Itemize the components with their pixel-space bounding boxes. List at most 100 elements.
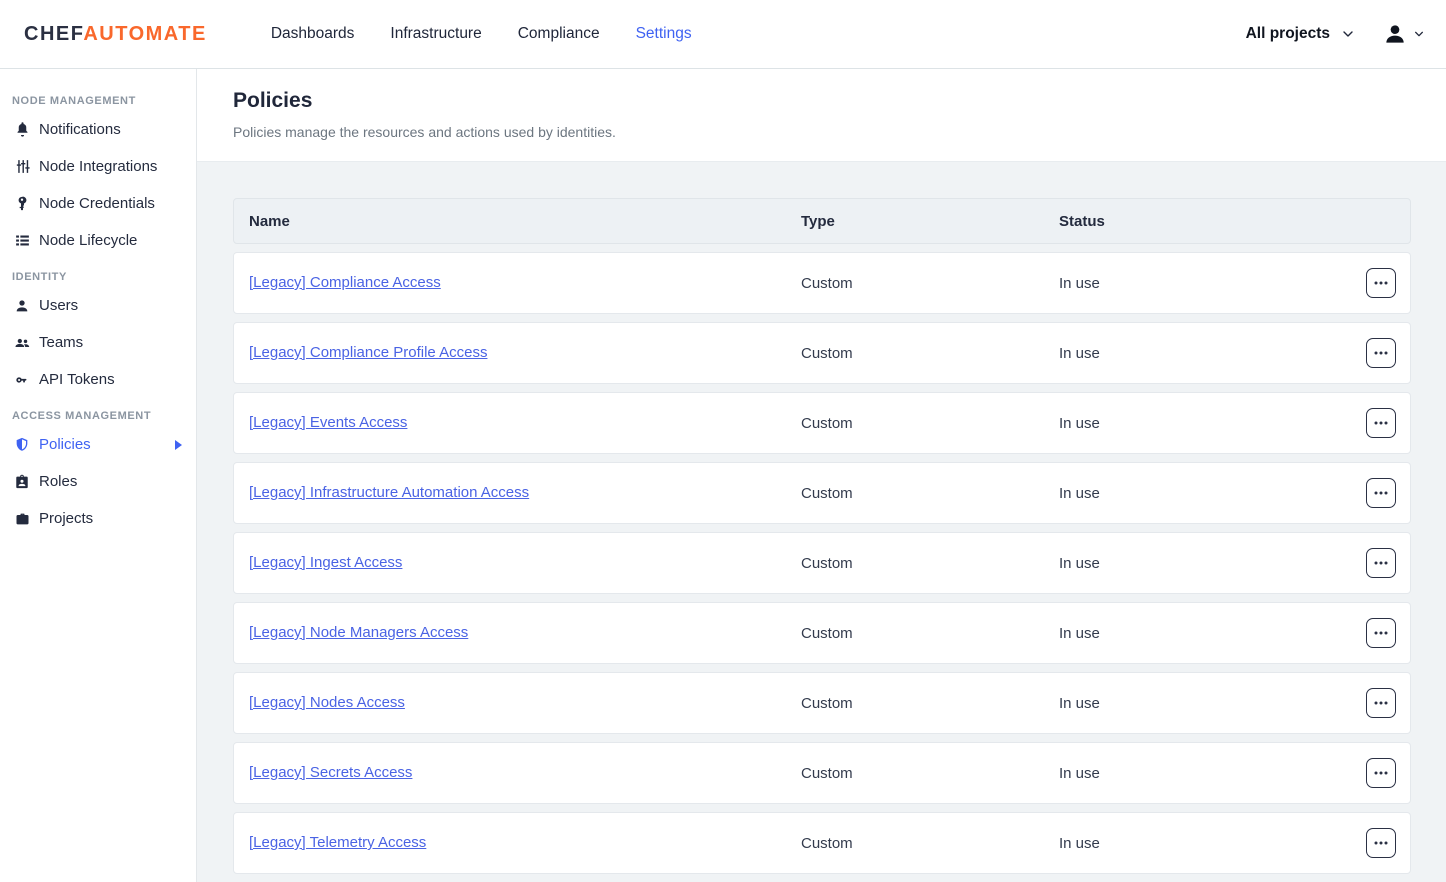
table-header-row: NameTypeStatus	[233, 198, 1411, 244]
policy-type: Custom	[801, 345, 1059, 362]
sidebar-item-node-integrations[interactable]: Node Integrations	[0, 148, 196, 185]
policy-link[interactable]: [Legacy] Infrastructure Automation Acces…	[249, 484, 529, 501]
sidebar-item-users[interactable]: Users	[0, 287, 196, 324]
column-header-type: Type	[801, 213, 1059, 230]
policy-status: In use	[1059, 415, 1352, 432]
ellipsis-icon	[1374, 841, 1388, 845]
topnav-right: All projects	[1246, 21, 1424, 47]
row-menu-button[interactable]	[1366, 478, 1396, 508]
shield-icon	[12, 435, 32, 455]
sidebar-item-projects[interactable]: Projects	[0, 500, 196, 537]
policy-link[interactable]: [Legacy] Compliance Profile Access	[249, 344, 487, 361]
logo-chef-text: CHEF	[24, 23, 83, 45]
row-menu-button[interactable]	[1366, 548, 1396, 578]
sidebar-item-teams[interactable]: Teams	[0, 324, 196, 361]
table-row: [Legacy] Node Managers AccessCustomIn us…	[233, 602, 1411, 664]
policy-status: In use	[1059, 695, 1352, 712]
nav-link-dashboards[interactable]: Dashboards	[271, 25, 355, 43]
page-header: Policies Policies manage the resources a…	[197, 69, 1446, 162]
bell-icon	[12, 120, 32, 140]
policy-link[interactable]: [Legacy] Node Managers Access	[249, 624, 468, 641]
table-row: [Legacy] Compliance AccessCustomIn use	[233, 252, 1411, 314]
policy-link[interactable]: [Legacy] Telemetry Access	[249, 834, 426, 851]
ellipsis-icon	[1374, 631, 1388, 635]
table-row: [Legacy] Events Access CustomIn use	[233, 392, 1411, 454]
key-vertical-icon	[12, 194, 32, 214]
projects-filter-dropdown[interactable]: All projects	[1246, 25, 1354, 43]
sidebar-item-node-lifecycle[interactable]: Node Lifecycle	[0, 222, 196, 259]
table-row: [Legacy] Compliance Profile Access Custom…	[233, 322, 1411, 384]
policy-type: Custom	[801, 695, 1059, 712]
row-menu-button[interactable]	[1366, 618, 1396, 648]
chevron-down-icon	[1342, 28, 1354, 40]
main-nav: Dashboards Infrastructure Compliance Settin…	[271, 25, 692, 43]
row-menu-button[interactable]	[1366, 688, 1396, 718]
settings-sidebar: NODE MANAGEMENT Notifications Node Integra…	[0, 69, 197, 882]
caret-right-icon	[175, 440, 182, 450]
table-row: [Legacy] Nodes Access CustomIn use	[233, 672, 1411, 734]
policy-status: In use	[1059, 835, 1352, 852]
policy-status: In use	[1059, 555, 1352, 572]
list-icon	[12, 231, 32, 251]
page-subtitle: Policies manage the resources and action…	[233, 124, 1446, 140]
main-content: Policies Policies manage the resources a…	[197, 69, 1446, 882]
nav-link-settings[interactable]: Settings	[636, 25, 692, 43]
sidebar-item-policies[interactable]: Policies	[0, 426, 196, 463]
row-menu-button[interactable]	[1366, 408, 1396, 438]
policy-status: In use	[1059, 625, 1352, 642]
policy-status: In use	[1059, 345, 1352, 362]
row-menu-button[interactable]	[1366, 828, 1396, 858]
ellipsis-icon	[1374, 701, 1388, 705]
sidebar-section-label: NODE MANAGEMENT	[0, 83, 196, 111]
sidebar-item-label: Users	[39, 297, 78, 314]
policy-type: Custom	[801, 415, 1059, 432]
sidebar-item-node-credentials[interactable]: Node Credentials	[0, 185, 196, 222]
briefcase-icon	[12, 509, 32, 529]
policy-link[interactable]: [Legacy] Ingest Access	[249, 554, 402, 571]
chef-automate-logo[interactable]: CHEFAUTOMATE	[24, 23, 207, 46]
ellipsis-icon	[1374, 561, 1388, 565]
nav-link-infrastructure[interactable]: Infrastructure	[390, 25, 481, 43]
ellipsis-icon	[1374, 771, 1388, 775]
person-icon	[12, 296, 32, 316]
policy-type: Custom	[801, 765, 1059, 782]
policy-type: Custom	[801, 555, 1059, 572]
row-menu-button[interactable]	[1366, 268, 1396, 298]
policy-status: In use	[1059, 485, 1352, 502]
policy-link[interactable]: [Legacy] Compliance Access	[249, 274, 441, 291]
column-header-name: Name	[249, 213, 801, 230]
sidebar-item-label: Teams	[39, 334, 83, 351]
policy-link[interactable]: [Legacy] Nodes Access	[249, 694, 405, 711]
row-menu-button[interactable]	[1366, 338, 1396, 368]
ellipsis-icon	[1374, 491, 1388, 495]
sidebar-item-label: Policies	[39, 436, 91, 453]
policy-status: In use	[1059, 765, 1352, 782]
sidebar-item-label: Roles	[39, 473, 77, 490]
sidebar-item-notifications[interactable]: Notifications	[0, 111, 196, 148]
ellipsis-icon	[1374, 281, 1388, 285]
row-menu-button[interactable]	[1366, 758, 1396, 788]
sidebar-section-label: IDENTITY	[0, 259, 196, 287]
column-header-status: Status	[1059, 213, 1352, 230]
sidebar-item-label: Notifications	[39, 121, 121, 138]
table-row: [Legacy] Ingest Access CustomIn use	[233, 532, 1411, 594]
badge-icon	[12, 472, 32, 492]
policy-link[interactable]: [Legacy] Events Access	[249, 414, 407, 431]
sidebar-item-roles[interactable]: Roles	[0, 463, 196, 500]
table-row: [Legacy] Secrets Access CustomIn use	[233, 742, 1411, 804]
sliders-icon	[12, 157, 32, 177]
ellipsis-icon	[1374, 421, 1388, 425]
nav-link-compliance[interactable]: Compliance	[518, 25, 600, 43]
user-menu[interactable]	[1382, 21, 1424, 47]
top-navigation-bar: CHEFAUTOMATE Dashboards Infrastructure Com…	[0, 0, 1446, 69]
table-row: [Legacy] Telemetry Access CustomIn use	[233, 812, 1411, 874]
ellipsis-icon	[1374, 351, 1388, 355]
sidebar-item-api-tokens[interactable]: API Tokens	[0, 361, 196, 398]
policy-link[interactable]: [Legacy] Secrets Access	[249, 764, 412, 781]
policy-type: Custom	[801, 835, 1059, 852]
policies-table-area: NameTypeStatus [Legacy] Compliance Acces…	[197, 162, 1446, 874]
page-title: Policies	[233, 89, 1446, 113]
sidebar-item-label: API Tokens	[39, 371, 115, 388]
people-icon	[12, 333, 32, 353]
table-row: [Legacy] Infrastructure Automation Acces…	[233, 462, 1411, 524]
